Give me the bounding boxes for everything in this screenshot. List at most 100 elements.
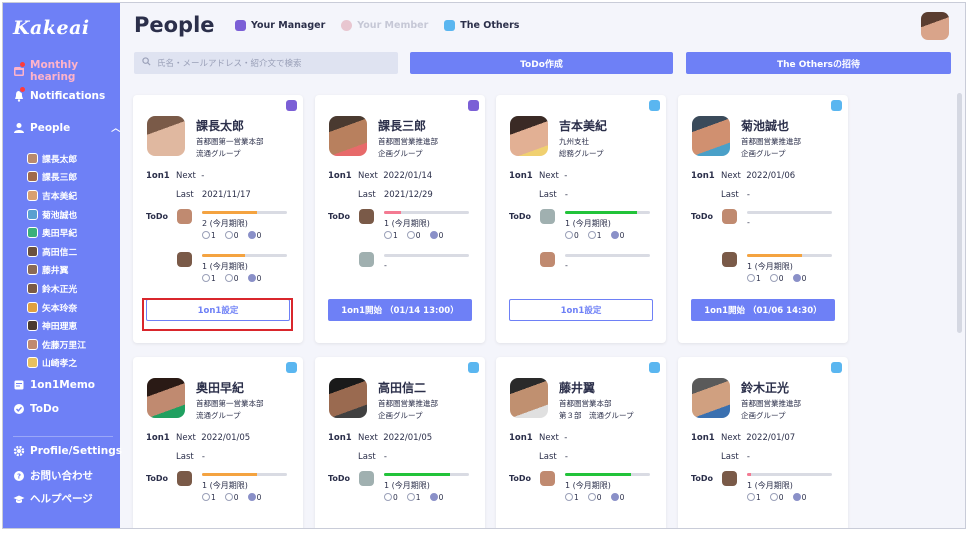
avatar xyxy=(177,471,192,486)
invite-others-button[interactable]: The Othersの招待 xyxy=(686,52,951,74)
department: 首都圏営業推進部 xyxy=(378,137,438,146)
person-name[interactable]: 課長三郎 xyxy=(378,117,426,134)
nav-label: 1on1Memo xyxy=(30,379,96,391)
person-card[interactable]: 奥田早紀 首都圏第一営業本部 流通グループ 1on1 Next 2022/01/05 La… xyxy=(133,357,303,528)
avatar[interactable] xyxy=(147,116,185,156)
person-name[interactable]: 鈴木正光 xyxy=(741,379,789,396)
oneon1-label: 1on1 xyxy=(509,171,533,181)
people-list-item[interactable]: 吉本美紀 xyxy=(27,186,86,205)
avatar[interactable] xyxy=(329,378,367,418)
todo-count: 1 (今月期限) xyxy=(565,219,611,228)
person-name[interactable]: 吉本美紀 xyxy=(559,117,607,134)
app-logo[interactable]: Kakeai xyxy=(13,17,90,39)
person-icon xyxy=(13,122,25,134)
person-card[interactable]: 鈴木正光 首都圏営業推進部 企画グループ 1on1 Next 2022/01/07 Las… xyxy=(678,357,848,528)
check-outline-icon xyxy=(406,493,415,501)
person-card[interactable]: 吉本美紀 九州支社 総務グループ 1on1 Next - Last - ToDo 1 (今月期… xyxy=(496,95,666,343)
avatar[interactable] xyxy=(692,378,730,418)
people-list-item[interactable]: 神田理恵 xyxy=(27,316,86,335)
nav-label: ToDo xyxy=(30,403,59,415)
todo-count: 2 (今月期限) xyxy=(202,219,248,228)
avatar[interactable] xyxy=(329,116,367,156)
nav-monthly-hearing[interactable]: Monthly hearing xyxy=(13,59,120,83)
todo-progress-bar xyxy=(565,211,650,214)
nav-label: Notifications xyxy=(30,90,106,102)
avatar[interactable] xyxy=(510,116,548,156)
person-name[interactable]: 藤井翼 xyxy=(559,379,595,396)
person-card[interactable]: 菊池誠也 首都圏営業推進部 企画グループ 1on1 Next 2022/01/06 Las… xyxy=(678,95,848,343)
avatar xyxy=(359,209,374,224)
start-1on1-button[interactable]: 1on1開始 （01/06 14:30） xyxy=(691,299,835,321)
people-list-item[interactable]: 鈴木正光 xyxy=(27,279,86,298)
todo-stats: 100 xyxy=(565,493,624,502)
search-input[interactable]: 氏名・メールアドレス・紹介文で検索 xyxy=(134,52,398,74)
create-todo-button[interactable]: ToDo作成 xyxy=(410,52,673,74)
check-filled-icon xyxy=(429,231,438,239)
people-list-item[interactable]: 矢本玲奈 xyxy=(27,298,86,317)
user-avatar[interactable] xyxy=(921,12,949,40)
calendar-icon xyxy=(13,61,26,77)
nav-1on1memo[interactable]: 1on1Memo xyxy=(13,379,95,391)
avatar xyxy=(177,252,192,267)
todo-progress-bar xyxy=(384,473,469,476)
people-list-item[interactable]: 菊池誠也 xyxy=(27,205,86,224)
avatar xyxy=(722,209,737,224)
people-list-item[interactable]: 山崎孝之 xyxy=(27,354,86,373)
chevron-up-icon[interactable]: ︿ xyxy=(111,121,120,134)
person-name[interactable]: 奥田早紀 xyxy=(196,379,244,396)
nav-people[interactable]: People ︿ xyxy=(13,121,120,134)
person-card[interactable]: 課長三郎 首都圏営業推進部 企画グループ 1on1 Next 2022/01/14 Las… xyxy=(315,95,485,343)
last-meeting: Last - xyxy=(176,452,205,462)
person-name[interactable]: 課長太郎 xyxy=(196,117,244,134)
check-outline-icon xyxy=(769,274,778,282)
nav-profile-settings[interactable]: Profile/Settings xyxy=(13,445,122,457)
nav-contact[interactable]: ? お問い合わせ xyxy=(13,468,93,483)
group: 流通グループ xyxy=(196,411,241,420)
avatar[interactable] xyxy=(510,378,548,418)
tab-the-others[interactable]: The Others xyxy=(444,20,519,31)
person-name[interactable]: 高田信二 xyxy=(378,379,426,396)
todo-label: ToDo xyxy=(328,212,351,221)
department: 首都圏営業推進部 xyxy=(378,399,438,408)
check-filled-icon xyxy=(792,274,801,282)
person-card[interactable]: 高田信二 首都圏営業推進部 企画グループ 1on1 Next 2022/01/05 Las… xyxy=(315,357,485,528)
nav-label: お問い合わせ xyxy=(30,470,93,482)
avatar[interactable] xyxy=(147,378,185,418)
nav-label: People xyxy=(30,121,71,134)
check-outline-icon xyxy=(406,231,415,239)
search-placeholder: 氏名・メールアドレス・紹介文で検索 xyxy=(157,59,302,69)
last-meeting: Last 2021/11/17 xyxy=(176,190,251,200)
nav-help[interactable]: ヘルプページ xyxy=(13,491,93,506)
check-outline-icon xyxy=(565,493,573,501)
check-filled-icon xyxy=(610,231,619,239)
last-meeting: Last - xyxy=(539,452,568,462)
person-card[interactable]: 藤井翼 首都圏営業本部 第３部 流通グループ 1on1 Next - Last - ToDo… xyxy=(496,357,666,528)
person-name[interactable]: 菊池誠也 xyxy=(741,117,789,134)
people-list-item[interactable]: 藤井翼 xyxy=(27,261,86,280)
setup-1on1-button[interactable]: 1on1設定 xyxy=(509,299,653,321)
scrollbar[interactable] xyxy=(957,93,962,333)
todo-label: ToDo xyxy=(509,212,532,221)
check-filled-icon xyxy=(247,231,256,239)
department: 首都圏第一営業本部 xyxy=(196,399,264,408)
people-list-item[interactable]: 課長三郎 xyxy=(27,168,86,187)
nav-notifications[interactable]: Notifications xyxy=(13,86,106,102)
manager-icon xyxy=(235,20,246,31)
avatar xyxy=(27,189,38,201)
todo-progress-bar xyxy=(384,211,469,214)
people-list-item[interactable]: 高田信二 xyxy=(27,242,86,261)
people-list-item[interactable]: 課長太郎 xyxy=(27,149,86,168)
nav-todo[interactable]: ToDo xyxy=(13,403,59,415)
avatar[interactable] xyxy=(692,116,730,156)
start-1on1-button[interactable]: 1on1開始 （01/14 13:00） xyxy=(328,299,472,321)
avatar xyxy=(540,209,555,224)
people-list-item[interactable]: 佐藤万里江 xyxy=(27,335,86,354)
todo-count: - xyxy=(747,218,750,227)
sidebar: Kakeai Monthly hearing Notifications Peo… xyxy=(3,3,122,528)
todo-progress-bar xyxy=(747,473,832,476)
todo-count: - xyxy=(565,261,568,270)
people-list-item[interactable]: 奥田早紀 xyxy=(27,223,86,242)
avatar xyxy=(27,227,38,239)
tab-your-member[interactable]: Your Member xyxy=(341,20,428,31)
tab-your-manager[interactable]: Your Manager xyxy=(235,20,325,31)
